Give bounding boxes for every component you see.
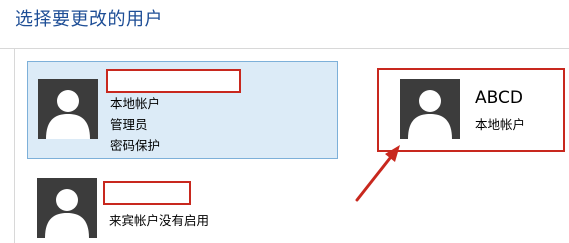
account-details: 本地帐户 管理员 密码保护 <box>110 93 160 156</box>
account-name-redacted <box>106 69 241 93</box>
page-title: 选择要更改的用户 <box>15 9 163 30</box>
account-name: ABCD <box>475 88 523 108</box>
account-password-label: 密码保护 <box>110 138 161 153</box>
account-tile-admin[interactable]: 本地帐户 管理员 密码保护 <box>27 61 338 159</box>
guest-status-label: 来宾帐户没有启用 <box>109 213 210 228</box>
header-divider <box>0 48 569 49</box>
left-divider <box>14 49 15 243</box>
user-avatar-icon <box>38 79 98 139</box>
account-type-label: 本地帐户 <box>475 117 526 132</box>
account-tile-guest[interactable]: 来宾帐户没有启用 <box>27 170 338 243</box>
account-details: 来宾帐户没有启用 <box>109 210 209 231</box>
account-role-label: 管理员 <box>110 117 148 132</box>
user-avatar-icon <box>37 178 97 238</box>
account-type-label: 本地帐户 <box>110 96 161 111</box>
account-name-redacted <box>103 181 191 205</box>
annotation-arrow-icon <box>355 145 400 202</box>
